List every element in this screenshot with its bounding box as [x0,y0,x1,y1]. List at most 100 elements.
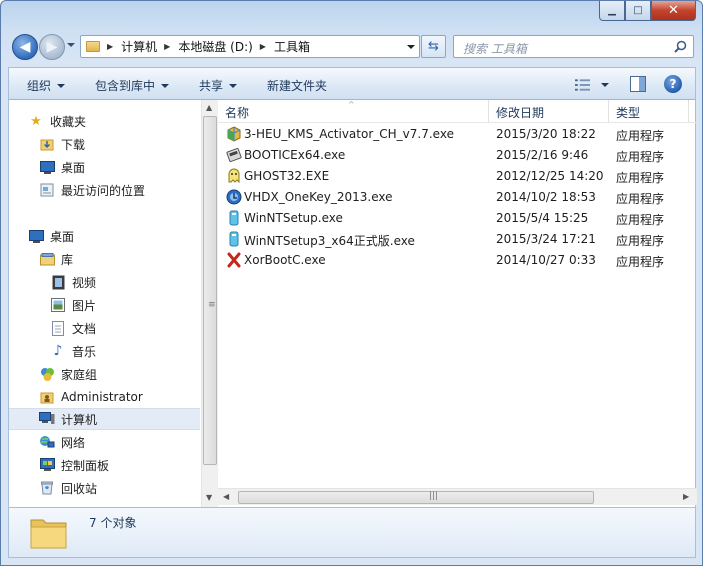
navigation-pane: ★ 收藏夹 下载 桌面 最近访问的位置 桌面 库 视频 图片 文档 ♪ 音乐 家… [9,100,200,507]
nav-desktop[interactable]: 桌面 [9,225,200,247]
breadcrumb-local-disk[interactable]: 本地磁盘 (D:) [178,38,252,55]
nav-pictures[interactable]: 图片 [9,294,200,316]
recent-pages-dropdown[interactable] [67,43,75,47]
minimize-button[interactable]: ▁ [599,1,625,21]
control-panel-icon [39,457,55,473]
ghost-icon [228,168,240,184]
file-type: 应用程序 [616,192,665,206]
nav-label: 文档 [72,321,97,336]
organize-menu[interactable]: 组织 [27,77,66,94]
breadcrumb-arrow-icon[interactable]: ▶ [260,42,266,51]
file-row[interactable]: XorBootC.exe 2014/10/27 0:33 应用程序 [218,250,697,271]
nav-favorites[interactable]: ★ 收藏夹 [9,110,200,132]
search-icon[interactable] [674,40,687,53]
music-note-icon: ♪ [53,343,63,359]
column-type[interactable]: 类型 [616,104,640,121]
column-divider[interactable] [608,100,609,123]
file-row[interactable]: BOOTICEx64.exe 2015/2/16 9:46 应用程序 [218,145,697,166]
organize-label: 组织 [27,79,52,93]
nav-music[interactable]: ♪ 音乐 [9,340,200,362]
navigation-pane-scrollbar[interactable]: ▲ ≡ ▼ [201,100,218,507]
nav-administrator[interactable]: Administrator [9,386,200,408]
nav-label: 桌面 [61,160,86,175]
breadcrumb-computer[interactable]: 计算机 [121,38,157,55]
column-divider[interactable] [488,100,489,123]
file-row[interactable]: GHOST32.EXE 2012/12/25 14:20 应用程序 [218,166,697,187]
recycle-bin-icon [39,480,55,496]
nav-recycle-bin[interactable]: 回收站 [9,477,200,499]
preview-pane-button[interactable] [630,76,646,92]
file-row[interactable]: 3-HEU_KMS_Activator_CH_v7.7.exe 2015/3/2… [218,124,697,145]
column-divider[interactable] [688,100,689,123]
address-bar[interactable]: ▶ 计算机 ▶ 本地磁盘 (D:) ▶ 工具箱 [80,35,420,58]
nav-network[interactable]: 网络 [9,431,200,453]
file-date: 2015/2/16 9:46 [496,148,589,162]
nav-recent-places[interactable]: 最近访问的位置 [9,179,200,201]
search-input[interactable]: 搜索 工具箱 [453,35,694,58]
details-pane: 7 个对象 [8,507,696,558]
chevron-down-icon [161,83,170,88]
file-row[interactable]: VHDX_OneKey_2013.exe 2014/10/2 18:53 应用程… [218,187,697,208]
nav-label: 家庭组 [61,367,98,382]
nav-label: 库 [61,252,74,267]
nav-label: 最近访问的位置 [61,183,146,198]
change-view-button[interactable] [575,77,609,93]
file-row[interactable]: WinNTSetup.exe 2015/5/4 15:25 应用程序 [218,208,697,229]
forward-button[interactable]: ▶ [39,34,65,60]
scroll-down-icon[interactable]: ▼ [206,493,212,502]
nav-label: 桌面 [50,229,75,244]
nav-label: 网络 [61,435,86,450]
chevron-down-icon [229,83,238,88]
nav-documents[interactable]: 文档 [9,317,200,339]
scroll-right-icon[interactable]: ▶ [683,492,689,501]
nav-label: 图片 [72,298,97,313]
file-type: 应用程序 [616,234,665,248]
share-label: 共享 [199,79,224,93]
scroll-left-icon[interactable]: ◀ [223,492,229,501]
folder-icon [30,519,67,549]
nav-videos[interactable]: 视频 [9,271,200,293]
help-icon: ? [669,77,677,91]
arrow-right-icon: ▶ [46,39,58,55]
command-bar: 组织 包含到库中 共享 新建文件夹 ? [8,67,696,100]
arrow-left-icon: ◀ [19,39,31,55]
file-date: 2012/12/25 14:20 [496,169,604,183]
nav-downloads[interactable]: 下载 [9,133,200,155]
scrollbar-thumb[interactable]: ≡ [203,116,217,465]
address-dropdown-icon[interactable] [407,45,415,49]
file-list-horizontal-scrollbar[interactable]: ◀ ||| ▶ [218,488,697,505]
back-button[interactable]: ◀ [12,34,38,60]
nav-control-panel[interactable]: 控制面板 [9,454,200,476]
share-menu[interactable]: 共享 [199,77,238,94]
nav-label: 收藏夹 [50,114,87,129]
file-name: WinNTSetup3_x64正式版.exe [244,234,415,248]
new-folder-button[interactable]: 新建文件夹 [267,77,327,94]
breadcrumb-arrow-icon[interactable]: ▶ [164,42,170,51]
nav-libraries[interactable]: 库 [9,248,200,270]
close-button[interactable]: ✕ [651,1,696,21]
file-row[interactable]: WinNTSetup3_x64正式版.exe 2015/3/24 17:21 应… [218,229,697,250]
column-name[interactable]: 名称 [225,104,249,121]
recent-places-icon [39,182,55,198]
grip-icon: ||| [429,491,439,501]
caption-buttons: ▁ □ ✕ [599,1,696,21]
item-count: 7 个对象 [89,516,137,530]
include-in-library-menu[interactable]: 包含到库中 [95,77,170,94]
scrollbar-thumb[interactable]: ||| [238,491,594,504]
breadcrumb-arrow-icon[interactable]: ▶ [107,42,113,51]
maximize-button[interactable]: □ [625,1,651,21]
include-in-library-label: 包含到库中 [95,79,156,93]
column-date[interactable]: 修改日期 [496,104,544,121]
document-icon [50,320,66,336]
folder-icon [86,41,100,52]
breadcrumb-toolbox[interactable]: 工具箱 [274,38,310,55]
file-list: ^ 名称 修改日期 类型 3-HEU_KMS_Activator_CH_v7.7… [218,100,697,507]
nav-computer[interactable]: 计算机 [9,408,200,430]
nav-homegroup[interactable]: 家庭组 [9,363,200,385]
help-button[interactable]: ? [664,75,682,93]
chevron-down-icon[interactable] [601,83,609,87]
file-name: WinNTSetup.exe [244,211,343,225]
scroll-up-icon[interactable]: ▲ [206,103,212,112]
refresh-button[interactable]: ⇆ [421,35,446,58]
nav-desktop-fav[interactable]: 桌面 [9,156,200,178]
